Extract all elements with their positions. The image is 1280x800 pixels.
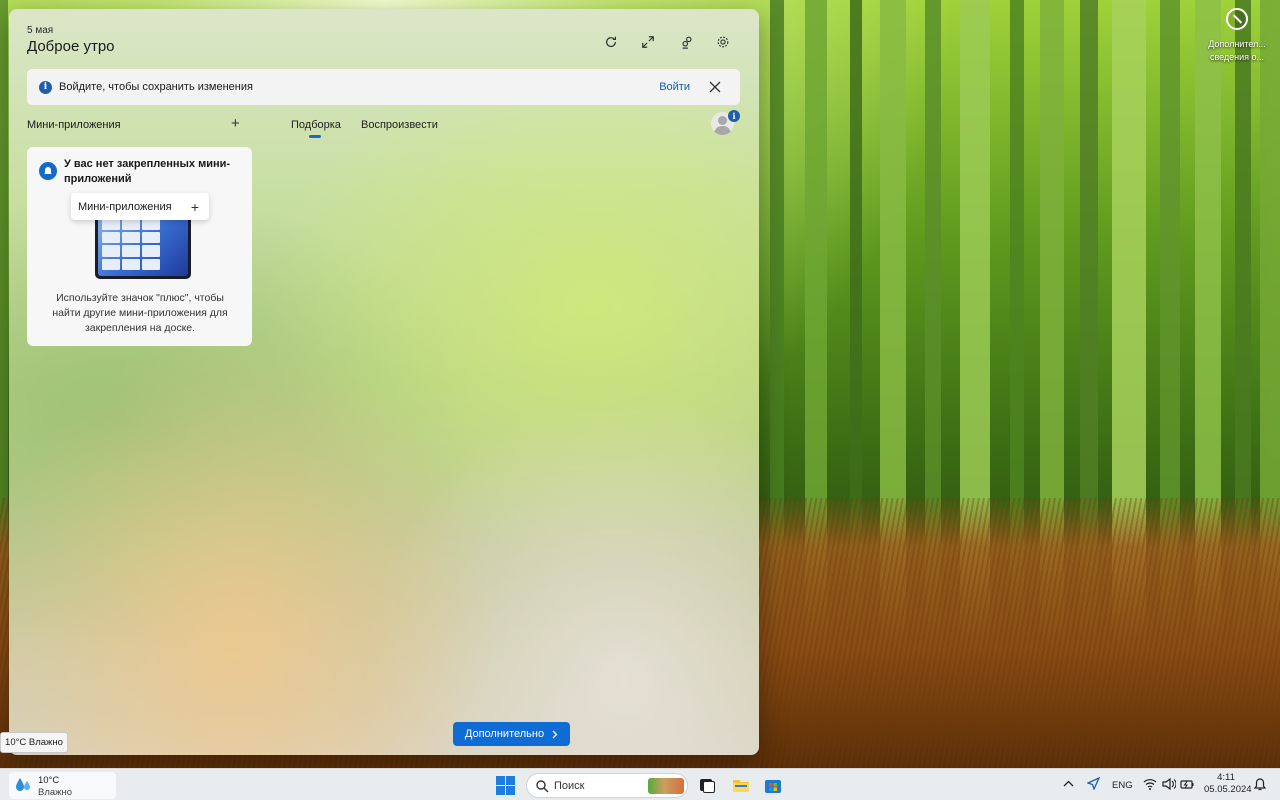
settings-button[interactable] [712, 31, 734, 53]
expand-icon [642, 36, 654, 48]
battery-charging-icon[interactable] [1180, 778, 1194, 790]
expand-button[interactable] [637, 31, 659, 53]
board-date: 5 мая [27, 25, 54, 36]
refresh-icon [606, 36, 616, 48]
task-view-button[interactable] [698, 776, 716, 794]
file-explorer-button[interactable] [732, 776, 750, 794]
chevron-right-icon [552, 730, 558, 738]
weather-tooltip: 10°C Влажно [0, 732, 68, 753]
board-greeting: Доброе утро [27, 38, 115, 55]
signin-banner-message: Войдите, чтобы сохранить изменения [59, 81, 253, 93]
close-icon[interactable] [708, 80, 722, 94]
more-button[interactable]: Дополнительно [453, 722, 570, 746]
wifi-icon[interactable] [1143, 778, 1157, 790]
taskbar-weather-widget[interactable]: 10°C Влажно [9, 772, 116, 799]
clock-date: 05.05.2024 [1204, 784, 1252, 795]
start-button[interactable] [496, 776, 515, 795]
store-button[interactable] [764, 776, 782, 794]
taskbar-weather-condition: Влажно [38, 787, 73, 798]
bell-icon [39, 162, 57, 180]
notification-bell-icon[interactable] [1254, 778, 1266, 791]
language-indicator[interactable]: ENG [1112, 780, 1133, 791]
active-tab-indicator [309, 135, 321, 138]
raindrop-icon [16, 778, 30, 791]
search-highlight-image [648, 778, 684, 794]
empty-card-description: Используйте значок "плюс", чтобы найти д… [52, 292, 228, 334]
plus-icon: + [190, 198, 199, 215]
people-icon [682, 36, 692, 49]
avatar-info-badge: i [728, 110, 740, 122]
info-icon: i [39, 80, 52, 94]
volume-icon[interactable] [1162, 778, 1176, 790]
info-shortcut-icon [1226, 8, 1248, 30]
taskbar-search[interactable]: Поиск [526, 773, 688, 798]
add-widget-button[interactable]: + [231, 115, 240, 132]
tab-play[interactable]: Воспроизвести [361, 119, 438, 131]
widgets-section-title: Мини-приложения [27, 119, 121, 131]
search-placeholder: Поиск [554, 780, 585, 792]
search-icon [536, 780, 549, 793]
empty-widgets-card: У вас нет закрепленных мини-приложений М… [27, 147, 252, 346]
more-button-label: Дополнительно [464, 728, 545, 740]
signin-link[interactable]: Войти [659, 81, 690, 93]
desktop-shortcut-label-line2: сведения о... [1209, 52, 1265, 62]
location-icon[interactable] [1087, 777, 1100, 790]
empty-card-title: У вас нет закрепленных мини-приложений [64, 158, 231, 185]
folder-icon [733, 780, 749, 792]
widgets-pill-label: Мини-приложения [78, 200, 172, 213]
clock-time: 4:11 [1217, 772, 1235, 783]
taskbar-weather-temp: 10°C [38, 775, 60, 786]
desktop-shortcut-label: Дополнител... сведения о... [1203, 38, 1271, 64]
gear-icon [717, 36, 729, 48]
taskbar-clock[interactable]: 4:11 05.05.2024 [1204, 772, 1252, 796]
desktop-shortcut[interactable]: Дополнител... сведения о... [1203, 8, 1271, 64]
people-button[interactable] [676, 31, 698, 53]
refresh-button[interactable] [600, 31, 622, 53]
signin-banner: i Войдите, чтобы сохранить изменения Вой… [27, 69, 740, 105]
widgets-pill: Мини-приложения + [71, 193, 209, 220]
tab-featured[interactable]: Подборка [291, 119, 341, 131]
chevron-up-icon[interactable] [1063, 779, 1074, 789]
avatar-head [718, 116, 727, 125]
widgets-board: 5 мая Доброе утро i Войдите, чтобы сохра… [9, 9, 759, 755]
desktop-shortcut-label-line1: Дополнител... [1208, 39, 1266, 49]
store-icon [765, 780, 781, 793]
avatar-body [714, 126, 731, 135]
taskbar: 10°C Влажно Поиск ENG 4:11 05.05.2024 [0, 768, 1280, 800]
